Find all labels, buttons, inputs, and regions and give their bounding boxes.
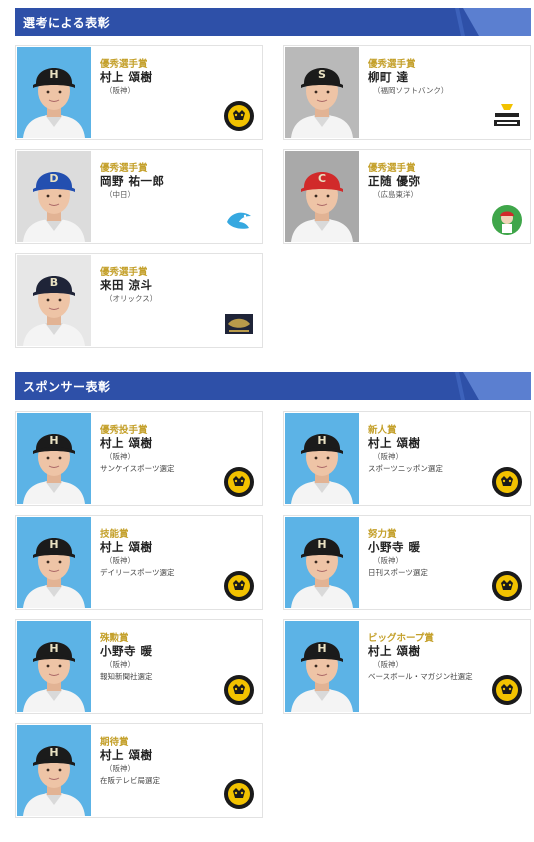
tigers-logo <box>223 570 255 602</box>
sponsor-selection: スポーツニッポン選定 <box>368 464 443 473</box>
section-title: スポンサー表彰 <box>23 380 111 394</box>
svg-text:B: B <box>50 276 58 289</box>
award-card[interactable]: H 優秀選手賞 村上 頌樹 （阪神） <box>15 45 263 140</box>
team-name: （阪神） <box>373 660 403 669</box>
team-name: （阪神） <box>373 556 403 565</box>
player-photo: H <box>17 725 91 816</box>
player-name: 村上 頌樹 <box>100 748 153 762</box>
hawks-logo <box>491 100 523 132</box>
svg-text:H: H <box>49 68 58 81</box>
team-name: （阪神） <box>373 452 403 461</box>
player-name: 村上 頌樹 <box>100 436 153 450</box>
team-name: （阪神） <box>105 660 135 669</box>
sponsor-selection: 報知新聞社選定 <box>100 672 153 681</box>
svg-text:H: H <box>49 746 58 759</box>
award-name: 努力賞 <box>368 529 397 540</box>
award-name: 優秀投手賞 <box>100 425 148 436</box>
team-name: （広島東洋） <box>373 190 418 199</box>
player-photo: H <box>17 413 91 504</box>
award-name: 技能賞 <box>100 529 129 540</box>
team-name: （福岡ソフトバンク） <box>373 86 449 95</box>
carp-logo <box>491 204 523 236</box>
player-name: 村上 頌樹 <box>100 540 153 554</box>
award-name: 優秀選手賞 <box>368 59 416 70</box>
award-card[interactable]: H ビッグホープ賞 村上 頌樹 （阪神） ベースボール・マガジン社選定 <box>283 619 531 714</box>
player-name: 村上 頌樹 <box>100 70 153 84</box>
player-name: 正随 優弥 <box>368 174 421 188</box>
buffaloes-logo <box>223 308 255 340</box>
award-name: ビッグホープ賞 <box>368 633 434 644</box>
svg-text:H: H <box>317 538 326 551</box>
svg-text:H: H <box>317 642 326 655</box>
award-card[interactable]: H 期待賞 村上 頌樹 （阪神） 在阪テレビ局選定 <box>15 723 263 818</box>
award-card[interactable]: H 優秀投手賞 村上 頌樹 （阪神） サンケイスポーツ選定 <box>15 411 263 506</box>
svg-text:H: H <box>317 434 326 447</box>
player-name: 村上 頌樹 <box>368 644 421 658</box>
player-photo: B <box>17 255 91 346</box>
player-photo: H <box>285 413 359 504</box>
player-photo: C <box>285 151 359 242</box>
sponsor-selection: 日刊スポーツ選定 <box>368 568 428 577</box>
svg-text:H: H <box>49 642 58 655</box>
player-name: 来田 涼斗 <box>100 278 153 292</box>
player-name: 村上 頌樹 <box>368 436 421 450</box>
team-name: （阪神） <box>105 764 135 773</box>
svg-text:H: H <box>49 538 58 551</box>
svg-text:C: C <box>318 172 326 185</box>
tigers-logo <box>491 466 523 498</box>
sponsor-selection: ベースボール・マガジン社選定 <box>368 672 473 681</box>
header-decoration <box>455 372 465 400</box>
player-photo: H <box>17 517 91 608</box>
svg-text:S: S <box>318 68 326 81</box>
award-card[interactable]: C 優秀選手賞 正随 優弥 （広島東洋） <box>283 149 531 244</box>
award-name: 新人賞 <box>368 425 397 436</box>
sponsor-selection: デイリースポーツ選定 <box>100 568 175 577</box>
award-card[interactable]: D 優秀選手賞 岡野 祐一郎 （中日） <box>15 149 263 244</box>
section-header-sponsor-awards: スポンサー表彰 <box>15 372 531 400</box>
player-photo: S <box>285 47 359 138</box>
team-name: （中日） <box>105 190 135 199</box>
award-card[interactable]: H 努力賞 小野寺 暖 （阪神） 日刊スポーツ選定 <box>283 515 531 610</box>
player-name: 柳町 達 <box>368 70 409 84</box>
sponsor-selection: 在阪テレビ局選定 <box>100 776 160 785</box>
award-name: 殊勲賞 <box>100 633 129 644</box>
header-decoration <box>455 8 465 36</box>
svg-text:D: D <box>49 172 58 185</box>
player-photo: H <box>285 517 359 608</box>
award-name: 優秀選手賞 <box>368 163 416 174</box>
tigers-logo <box>223 466 255 498</box>
player-photo: D <box>17 151 91 242</box>
award-name: 期待賞 <box>100 737 129 748</box>
award-card[interactable]: S 優秀選手賞 柳町 達 （福岡ソフトバンク） <box>283 45 531 140</box>
team-name: （阪神） <box>105 556 135 565</box>
team-name: （阪神） <box>105 452 135 461</box>
award-card[interactable]: H 殊勲賞 小野寺 暖 （阪神） 報知新聞社選定 <box>15 619 263 714</box>
player-name: 小野寺 暖 <box>100 644 153 658</box>
tigers-logo <box>223 100 255 132</box>
award-card[interactable]: H 新人賞 村上 頌樹 （阪神） スポーツニッポン選定 <box>283 411 531 506</box>
section-title: 選考による表彰 <box>23 16 111 30</box>
team-name: （オリックス） <box>105 294 158 303</box>
team-name: （阪神） <box>105 86 135 95</box>
player-name: 岡野 祐一郎 <box>100 174 165 188</box>
award-name: 優秀選手賞 <box>100 163 148 174</box>
award-name: 優秀選手賞 <box>100 59 148 70</box>
section-header-selection-awards: 選考による表彰 <box>15 8 531 36</box>
player-name: 小野寺 暖 <box>368 540 421 554</box>
tigers-logo <box>223 674 255 706</box>
dragons-logo <box>223 204 255 236</box>
award-card[interactable]: H 技能賞 村上 頌樹 （阪神） デイリースポーツ選定 <box>15 515 263 610</box>
player-photo: H <box>285 621 359 712</box>
tigers-logo <box>491 570 523 602</box>
tigers-logo <box>491 674 523 706</box>
sponsor-selection: サンケイスポーツ選定 <box>100 464 175 473</box>
award-card[interactable]: B 優秀選手賞 来田 涼斗 （オリックス） <box>15 253 263 348</box>
award-name: 優秀選手賞 <box>100 267 148 278</box>
svg-text:H: H <box>49 434 58 447</box>
player-photo: H <box>17 47 91 138</box>
player-photo: H <box>17 621 91 712</box>
tigers-logo <box>223 778 255 810</box>
